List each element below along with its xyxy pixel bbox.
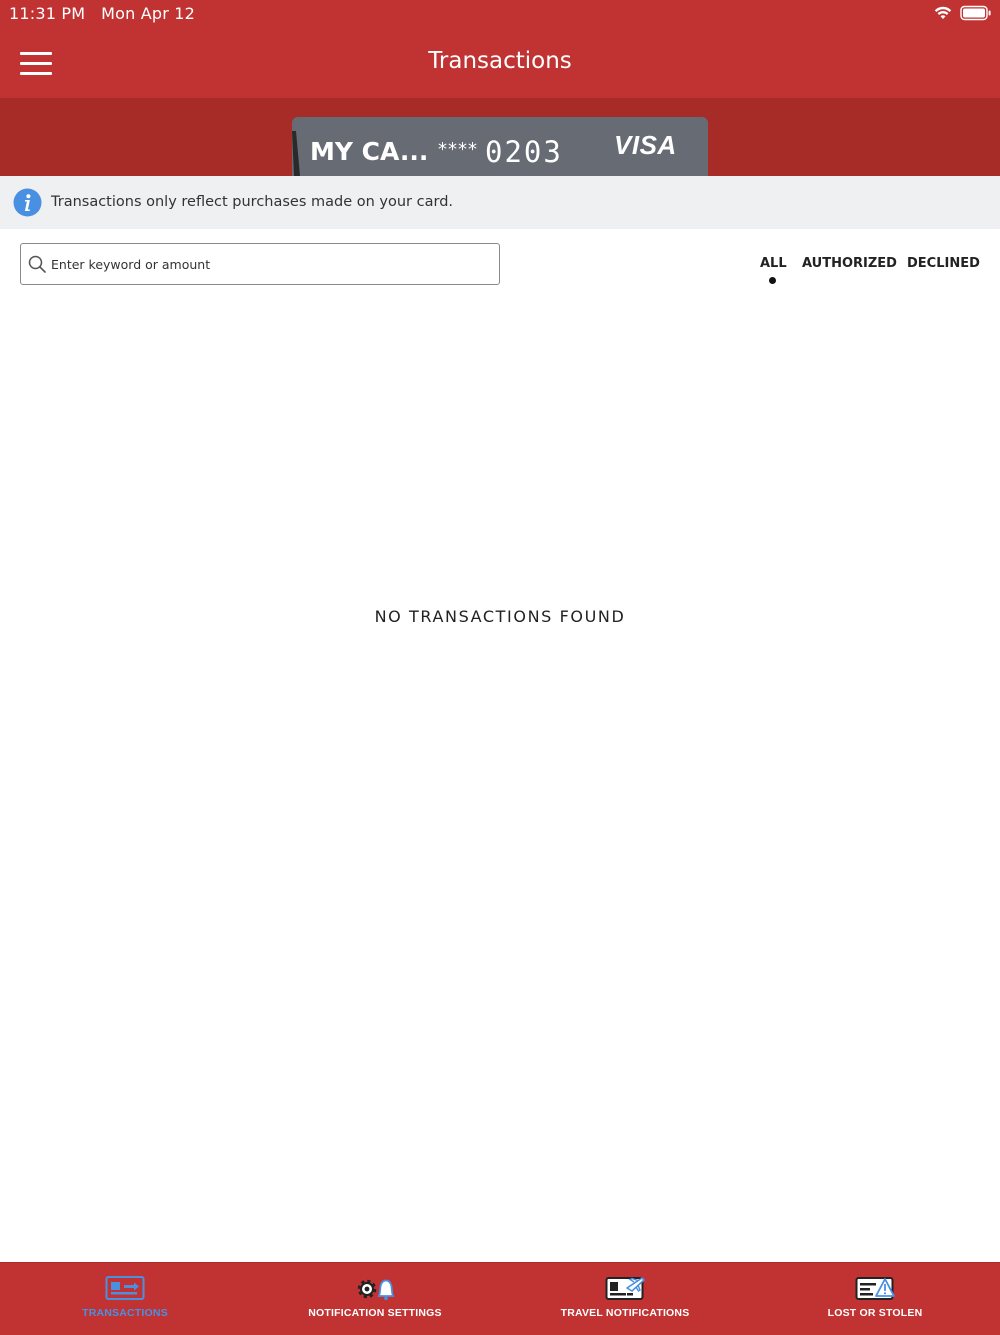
wifi-icon [934, 6, 952, 19]
info-banner-text: Transactions only reflect purchases made… [51, 194, 454, 210]
filter-tab-all[interactable]: ALL [760, 256, 787, 271]
card-warning-icon [855, 1277, 895, 1300]
tab-travel-notifications-label: TRAVEL NOTIFICATIONS [560, 1307, 690, 1319]
tab-travel-notifications[interactable]: TRAVEL NOTIFICATIONS [500, 1263, 750, 1335]
info-banner: Transactions only reflect purchases made… [0, 176, 1000, 229]
filter-tab-authorized[interactable]: AUTHORIZED [802, 256, 897, 271]
transactions-card-icon [105, 1276, 145, 1300]
card-last-digits: 0203 [485, 135, 563, 169]
card-airplane-icon [605, 1277, 645, 1300]
tab-lost-or-stolen[interactable]: LOST OR STOLEN [750, 1263, 1000, 1335]
tab-transactions-label: TRANSACTIONS [82, 1307, 168, 1319]
card-selector[interactable]: MY CA... **** 0203 VISA [292, 117, 708, 176]
selected-tab-indicator [769, 277, 776, 284]
tab-notification-settings-label: NOTIFICATION SETTINGS [308, 1307, 442, 1319]
page-title: Transactions [428, 48, 572, 74]
empty-state-message: NO TRANSACTIONS FOUND [374, 607, 626, 626]
info-icon [13, 188, 42, 217]
gear-bell-icon [357, 1279, 395, 1300]
card-name: MY CA... [310, 137, 429, 166]
tab-notification-settings[interactable]: NOTIFICATION SETTINGS [250, 1263, 500, 1335]
status-time: 11:31 PM Mon Apr 12 [9, 4, 195, 23]
tab-lost-or-stolen-label: LOST OR STOLEN [827, 1307, 923, 1319]
search-box[interactable] [20, 243, 500, 285]
status-icons [934, 5, 992, 21]
search-icon [28, 255, 46, 273]
card-number-mask: **** [438, 139, 478, 160]
status-clock: 11:31 PM [9, 4, 86, 23]
tab-transactions[interactable]: TRANSACTIONS [0, 1263, 250, 1335]
card-edge-shadow [292, 131, 300, 176]
filter-tab-declined[interactable]: DECLINED [907, 256, 980, 271]
status-date: Mon Apr 12 [101, 4, 196, 23]
search-input[interactable] [51, 245, 491, 283]
app-header: 11:31 PM Mon Apr 12 Transactions [0, 0, 1000, 98]
bottom-tab-bar: TRANSACTIONS NOTIFICATION SETTINGS TRAVE… [0, 1262, 1000, 1335]
battery-icon [960, 5, 991, 21]
visa-logo: VISA [614, 130, 677, 160]
